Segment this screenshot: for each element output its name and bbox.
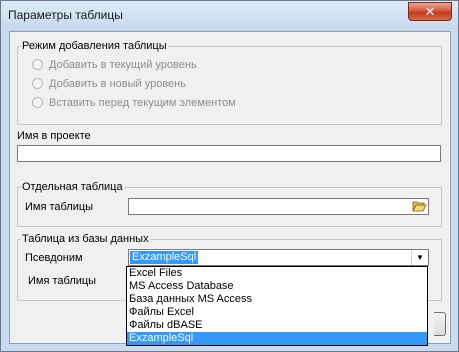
title-bar[interactable]: Параметры таблицы ✕ [1,1,458,31]
project-name-label: Имя в проекте [17,130,91,142]
chevron-down-icon[interactable]: ▼ [411,250,428,265]
dropdown-item-excel-ru[interactable]: Файлы Excel [127,306,427,319]
folder-open-icon[interactable] [411,200,427,214]
project-name-input[interactable] [17,145,441,162]
radio-circle-icon [32,97,43,108]
separate-table-title: Отдельная таблица [21,180,124,194]
radio-insert-before-current[interactable]: Вставить перед текущим элементом [32,95,236,111]
separate-table-name-input[interactable] [128,198,429,215]
alias-dropdown-list: Excel Files MS Access Database База данн… [126,266,428,346]
dropdown-item-dbase[interactable]: Файлы dBASE [127,319,427,332]
dialog-client-area: Режим добавления таблицы Добавить в теку… [9,31,451,346]
db-table-name-label: Имя таблицы [28,275,97,287]
mode-group: Режим добавления таблицы Добавить в теку… [17,39,442,125]
radio-label: Добавить в новый уровень [49,78,186,90]
dropdown-item-exzamplesql[interactable]: ExzampleSql [127,332,427,345]
alias-selected-value: ExzampleSql [130,251,199,264]
radio-label: Вставить перед текущим элементом [49,97,236,109]
alias-combobox[interactable]: ExzampleSql ▼ [128,249,429,266]
ok-button[interactable] [434,312,446,336]
dropdown-item-ms-access-ru[interactable]: База данных MS Access [127,293,427,306]
db-table-title: Таблица из базы данных [21,232,150,246]
radio-label: Добавить в текущий уровень [49,59,197,71]
radio-add-current-level[interactable]: Добавить в текущий уровень [32,57,197,73]
radio-circle-icon [32,78,43,89]
close-button[interactable]: ✕ [408,2,452,21]
dropdown-item-ms-access-database[interactable]: MS Access Database [127,280,427,293]
radio-circle-icon [32,59,43,70]
dropdown-item-excel-files[interactable]: Excel Files [127,267,427,280]
window-title: Параметры таблицы [8,8,123,22]
radio-add-new-level[interactable]: Добавить в новый уровень [32,76,186,92]
separate-table-group: Отдельная таблица Имя таблицы [17,180,442,227]
close-icon: ✕ [424,4,436,19]
mode-group-title: Режим добавления таблицы [21,39,168,53]
alias-label: Псевдоним [25,252,83,264]
dialog-window: Параметры таблицы ✕ Режим добавления таб… [0,0,459,352]
separate-table-name-label: Имя таблицы [25,201,94,213]
